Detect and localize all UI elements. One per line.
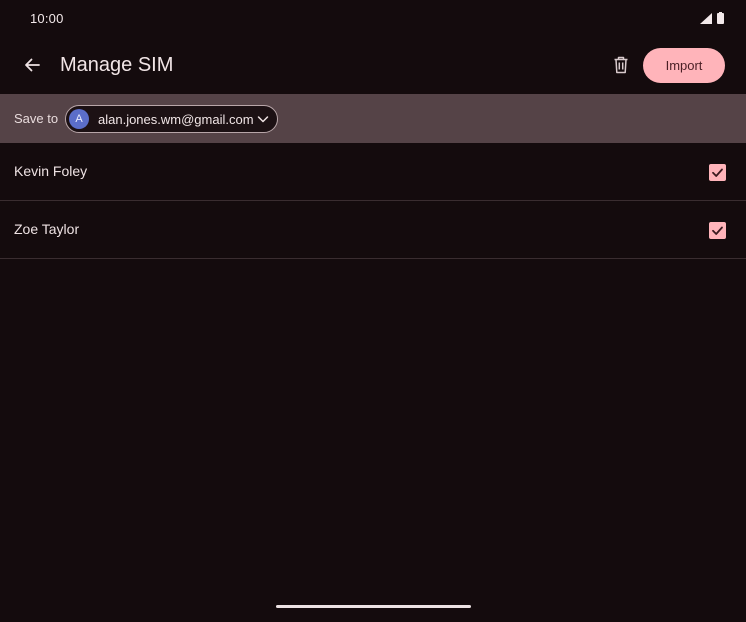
contact-checkbox[interactable] [709,222,726,239]
import-button[interactable]: Import [643,48,725,83]
page-title: Manage SIM [60,54,174,76]
gesture-nav-handle[interactable] [276,605,471,608]
contact-checkbox[interactable] [709,164,726,181]
contact-list: Kevin Foley Zoe Taylor [0,143,746,259]
delete-button[interactable] [604,47,638,83]
trash-icon [614,56,628,74]
save-to-label: Save to [14,111,59,126]
list-item[interactable]: Kevin Foley [0,143,746,201]
signal-icon [700,13,712,24]
account-selector[interactable]: A alan.jones.wm@gmail.com [65,105,278,133]
chevron-down-icon [257,116,269,123]
contact-name: Kevin Foley [14,163,88,179]
list-item[interactable]: Zoe Taylor [0,201,746,259]
account-email: alan.jones.wm@gmail.com [98,111,254,127]
avatar: A [69,109,89,129]
back-button[interactable] [14,45,50,85]
save-to-bar: Save to A alan.jones.wm@gmail.com [0,94,746,143]
arrow-left-icon [25,58,40,72]
app-bar: Manage SIM Import [0,36,746,94]
status-time: 10:00 [30,11,64,26]
contact-name: Zoe Taylor [14,221,80,237]
status-bar: 10:00 [0,0,746,36]
check-icon [712,168,723,177]
screen: 10:00 Manage SIM Import Save to A alan.j… [0,0,746,622]
check-icon [712,226,723,235]
battery-icon [717,12,724,24]
